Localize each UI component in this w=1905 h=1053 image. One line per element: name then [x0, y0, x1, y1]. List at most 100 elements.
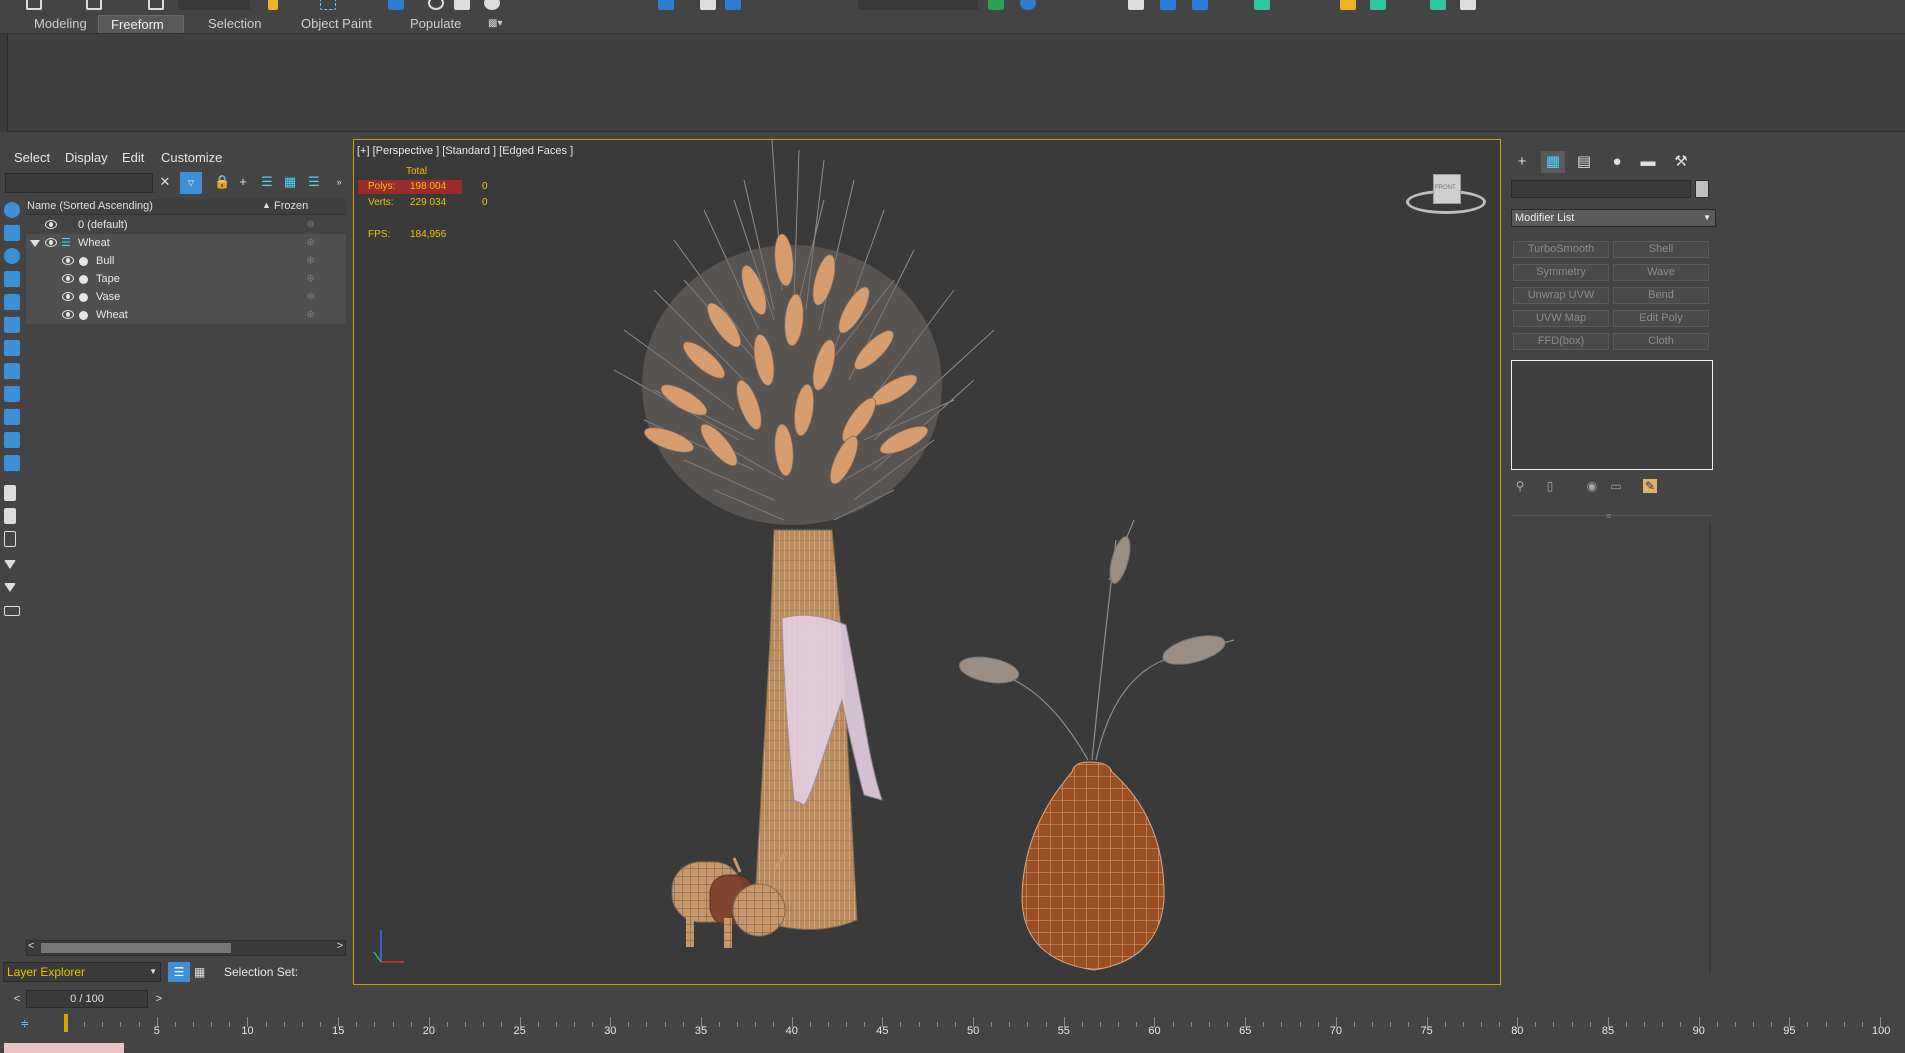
eye-icon[interactable] [45, 220, 57, 229]
layer-stack-icon[interactable]: ☰ [307, 175, 321, 189]
display-bones-icon[interactable] [4, 386, 20, 402]
find-input[interactable] [5, 173, 153, 193]
tab-selection[interactable]: Selection [196, 15, 273, 33]
select-move-icon[interactable] [388, 0, 404, 10]
configure-modifier-sets-icon[interactable]: ✎ [1643, 479, 1657, 493]
tab-object-paint[interactable]: Object Paint [289, 15, 384, 33]
list-item[interactable]: Bull ❄ [26, 252, 346, 270]
layer-explorer-toggle-icon[interactable]: ☰ [168, 962, 190, 982]
hierarchy-toggle-icon[interactable]: ▦ [194, 965, 208, 979]
clear-search-icon[interactable]: ✕ [158, 175, 172, 189]
display-invert-icon[interactable] [4, 531, 16, 547]
place-icon[interactable] [484, 0, 500, 10]
scroll-right-icon[interactable]: > [337, 940, 343, 952]
lock-icon[interactable]: 🔒 [214, 175, 230, 189]
timeline-track[interactable]: ≑ 5 10 15 20 25 30 35 40 45 50 55 60 65 70 75 80 85 90 95 1… [0, 1011, 1905, 1041]
render-setup-icon[interactable] [1370, 0, 1386, 10]
render-production-icon[interactable] [1460, 0, 1476, 10]
freeze-icon[interactable]: ❄ [306, 270, 315, 288]
modifier-button-bend[interactable]: Bend [1613, 287, 1709, 304]
display-tab-icon[interactable]: ▬ [1636, 151, 1660, 173]
freeze-icon[interactable]: ❄ [306, 252, 315, 270]
menu-edit[interactable]: Edit [122, 150, 144, 165]
show-end-result-icon[interactable]: ▯ [1543, 479, 1557, 493]
expand-icon[interactable] [30, 240, 40, 247]
perspective-viewport[interactable]: [+] [Perspective ] [Standard ] [Edged Fa… [353, 139, 1501, 985]
ribbon-grip[interactable] [0, 34, 8, 132]
hierarchy-icon[interactable]: ▦ [283, 175, 297, 189]
modifier-stack[interactable] [1511, 360, 1713, 470]
collapse-icon[interactable] [4, 606, 20, 616]
modifier-button-ffd-box[interactable]: FFD(box) [1513, 333, 1609, 350]
selection-filter-dropdown[interactable] [178, 0, 250, 10]
eye-icon[interactable] [62, 292, 74, 301]
scroll-left-icon[interactable]: < [28, 940, 34, 952]
display-xrefs-icon[interactable] [4, 363, 20, 379]
filter-icon[interactable] [4, 560, 16, 569]
display-helpers-icon[interactable] [4, 294, 20, 310]
display-lights-icon[interactable] [4, 248, 20, 264]
eye-icon[interactable] [45, 238, 57, 247]
horizontal-scrollbar[interactable]: < > [26, 940, 346, 956]
ribbon-options-icon[interactable]: ▩▾ [476, 15, 514, 33]
angle-snap-icon[interactable] [700, 0, 716, 10]
display-cameras-icon[interactable] [4, 271, 20, 287]
display-all-icon[interactable] [4, 485, 16, 501]
redo-icon[interactable] [86, 0, 102, 10]
remove-modifier-icon[interactable]: ▭ [1609, 479, 1623, 493]
utilities-tab-icon[interactable]: ⚒ [1669, 151, 1693, 173]
modify-tab-icon[interactable]: ▦ [1541, 151, 1565, 173]
select-link-icon[interactable] [148, 0, 164, 10]
current-frame-marker[interactable] [64, 1014, 68, 1032]
toggle-ribbon-icon[interactable] [1192, 0, 1208, 10]
tab-freeform[interactable]: Freeform [98, 15, 184, 33]
modifier-button-turbosmooth[interactable]: TurboSmooth [1513, 241, 1609, 258]
make-unique-icon[interactable]: ◉ [1585, 479, 1599, 493]
display-containers-icon[interactable] [4, 409, 20, 425]
eye-icon[interactable] [62, 310, 74, 319]
modifier-button-cloth[interactable]: Cloth [1613, 333, 1709, 350]
select-region-icon[interactable] [320, 0, 336, 10]
render-frame-icon[interactable] [1430, 0, 1446, 10]
time-slider-thumb[interactable]: 0 / 100 [26, 990, 148, 1008]
curve-editor-icon[interactable] [1254, 0, 1270, 10]
list-item[interactable]: Wheat ❄ [26, 306, 346, 324]
toggle-scene-explorer-icon[interactable] [1160, 0, 1176, 10]
filter-toggle-icon[interactable] [4, 583, 16, 592]
modifier-button-edit-poly[interactable]: Edit Poly [1613, 310, 1709, 327]
tab-modeling[interactable]: Modeling [22, 15, 99, 33]
align-icon[interactable] [1020, 0, 1036, 10]
named-selection-dropdown[interactable] [858, 0, 978, 10]
list-item[interactable]: Tape ❄ [26, 270, 346, 288]
display-none-icon[interactable] [4, 508, 16, 524]
list-item[interactable]: ☰ Wheat ❄ [26, 234, 346, 252]
modifier-button-unwrap-uvw[interactable]: Unwrap UVW [1513, 287, 1609, 304]
layers-icon[interactable]: ☰ [260, 175, 274, 189]
list-item[interactable]: Vase ❄ [26, 288, 346, 306]
modifier-button-symmetry[interactable]: Symmetry [1513, 264, 1609, 281]
display-groups-icon[interactable] [4, 340, 20, 356]
freeze-icon[interactable]: ❄ [306, 306, 315, 324]
select-object-icon[interactable] [268, 0, 278, 10]
next-frame-icon[interactable]: > [152, 990, 166, 1008]
display-frozen-icon[interactable] [4, 432, 20, 448]
column-frozen-header[interactable]: Frozen [274, 200, 308, 212]
filter-icon[interactable]: ▿ [180, 172, 202, 194]
freeze-icon[interactable]: ❄ [306, 288, 315, 306]
list-item[interactable]: 0 (default) ❄ [26, 216, 346, 234]
material-editor-icon[interactable] [1340, 0, 1356, 10]
snap-toggle-icon[interactable] [658, 0, 674, 10]
panel-scrollbar[interactable] [1709, 523, 1711, 973]
new-layer-icon[interactable]: + [236, 175, 250, 189]
freeze-icon[interactable]: ❄ [306, 216, 315, 234]
menu-customize[interactable]: Customize [161, 150, 222, 165]
freeze-icon[interactable]: ❄ [306, 234, 315, 252]
time-slider[interactable]: < 0 / 100 > [10, 990, 164, 1008]
object-name-input[interactable] [1511, 180, 1691, 198]
explorer-type-select[interactable]: Layer Explorer ▼ [3, 962, 161, 982]
display-geometry-icon[interactable] [4, 202, 20, 218]
mirror-icon[interactable] [988, 0, 1004, 10]
scrollbar-thumb[interactable] [41, 943, 231, 953]
column-name-header[interactable]: Name (Sorted Ascending) [27, 200, 153, 212]
select-scale-icon[interactable] [454, 0, 470, 10]
